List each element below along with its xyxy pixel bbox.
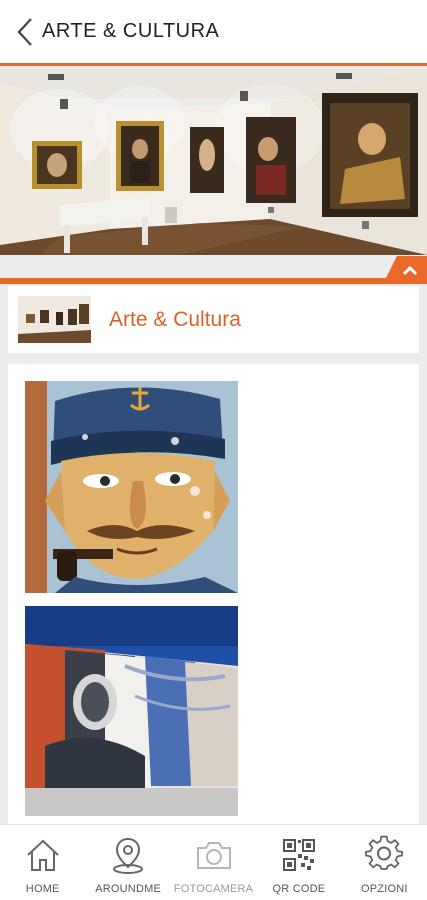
app-header: ARTE & CULTURA [0, 0, 427, 66]
nav-label-opzioni: OPZIONI [361, 883, 408, 895]
nav-label-fotocamera: FOTOCAMERA [173, 883, 254, 895]
page-title: ARTE & CULTURA [42, 20, 220, 42]
nav-item-qrcode[interactable]: QR CODE [256, 825, 341, 900]
camera-icon [196, 842, 231, 869]
gallery-image-street-mural[interactable] [25, 606, 238, 816]
category-card[interactable]: Arte & Cultura [8, 286, 419, 353]
home-icon [27, 839, 59, 871]
accent-bar [0, 278, 427, 284]
nav-item-home[interactable]: HOME [0, 825, 85, 900]
category-title: Arte & Cultura [109, 307, 241, 331]
gear-icon [365, 835, 404, 870]
qr-code-icon [282, 839, 315, 871]
bottom-nav: HOME AROUNDME FOTOCAMERA QR CODE OPZIONI [0, 824, 427, 900]
location-pin-icon [113, 837, 144, 874]
gallery-image-sailor-mural[interactable] [25, 381, 238, 593]
hero-image [0, 69, 427, 255]
back-button[interactable] [8, 12, 42, 52]
nav-item-opzioni[interactable]: OPZIONI [342, 825, 427, 900]
nav-label-aroundme: AROUNDME [95, 883, 161, 895]
chevron-left-icon [17, 17, 32, 46]
nav-item-fotocamera[interactable]: FOTOCAMERA [171, 825, 256, 900]
nav-item-aroundme[interactable]: AROUNDME [85, 825, 170, 900]
nav-label-home: HOME [25, 883, 60, 895]
gallery [8, 364, 419, 824]
nav-label-qrcode: QR CODE [272, 883, 326, 895]
category-thumbnail [18, 296, 91, 343]
